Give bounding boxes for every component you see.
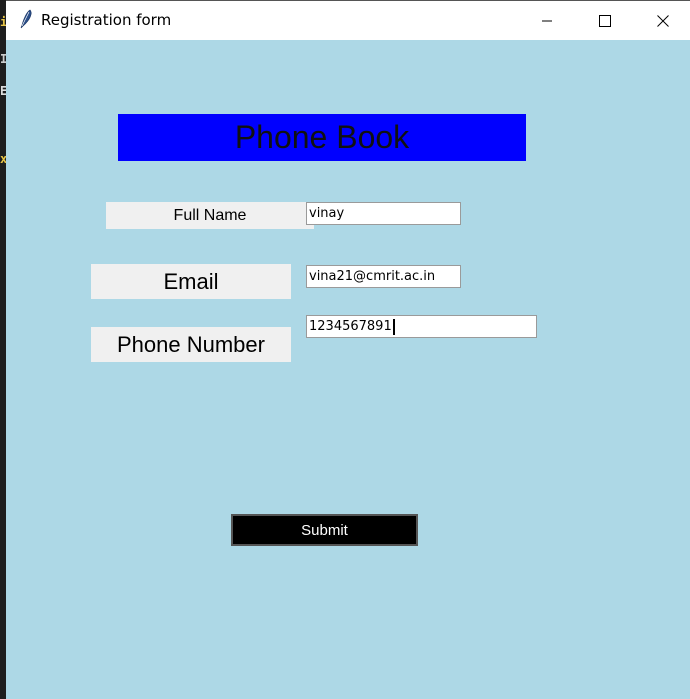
minimize-icon <box>542 20 552 21</box>
title-bar[interactable]: Registration form <box>6 0 690 40</box>
feather-icon <box>20 9 32 29</box>
full-name-value: vinay <box>309 206 345 221</box>
page-title: Phone Book <box>118 114 526 161</box>
phone-number-value: 1234567891 <box>309 319 392 334</box>
email-field[interactable]: vina21@cmrit.ac.in <box>306 265 461 288</box>
full-name-label: Full Name <box>106 202 314 229</box>
close-icon <box>657 14 669 27</box>
submit-button[interactable]: Submit <box>231 514 418 546</box>
text-cursor <box>392 318 395 335</box>
phone-number-label: Phone Number <box>91 327 291 362</box>
maximize-icon <box>599 14 611 27</box>
close-button[interactable] <box>634 1 690 40</box>
email-value: vina21@cmrit.ac.in <box>309 269 436 284</box>
full-name-field[interactable]: vinay <box>306 202 461 225</box>
window-title: Registration form <box>41 11 172 29</box>
registration-window: Registration form Phone Book Full Name v… <box>6 0 690 699</box>
maximize-button[interactable] <box>576 1 634 40</box>
minimize-button[interactable] <box>518 1 576 40</box>
phone-number-field[interactable]: 1234567891 <box>306 315 537 338</box>
email-label: Email <box>91 264 291 299</box>
